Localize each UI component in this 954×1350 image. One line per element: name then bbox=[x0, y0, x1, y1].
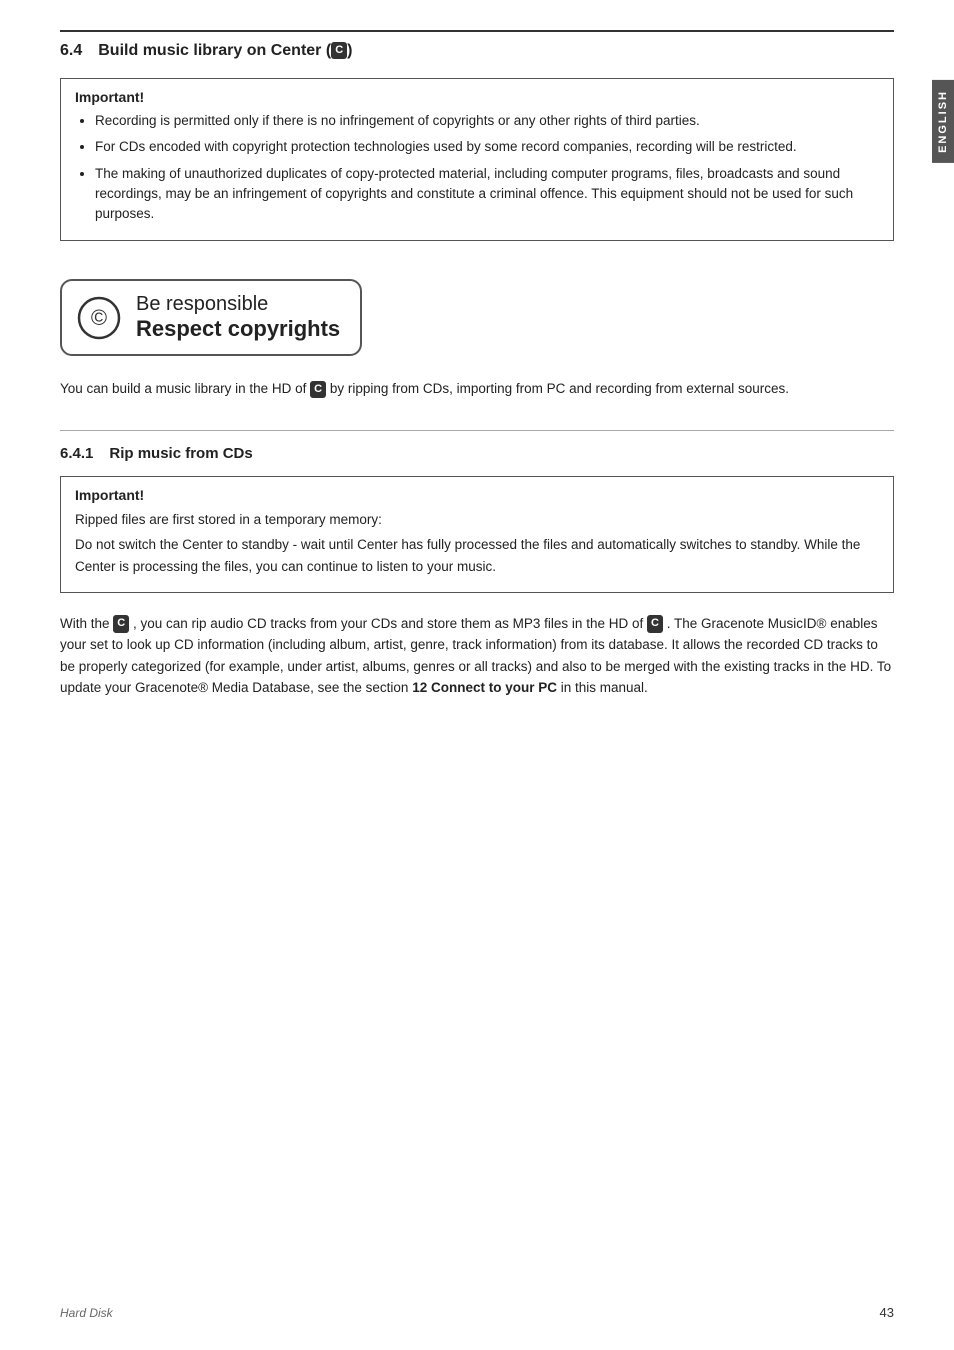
important-list-1: Recording is permitted only if there is … bbox=[75, 111, 879, 224]
section-6-4-title: Build music library on Center (C) bbox=[98, 42, 352, 60]
important-heading-1: Important! bbox=[75, 89, 879, 105]
responsible-box: © Be responsible Respect copyrights bbox=[60, 279, 362, 356]
center-icon-rip-2: C bbox=[647, 615, 663, 632]
important-box-2: Important! Ripped files are first stored… bbox=[60, 476, 894, 593]
section-6-4-1-body: With the C , you can rip audio CD tracks… bbox=[60, 613, 894, 699]
sub-section-divider bbox=[60, 430, 894, 431]
page-container: ENGLISH 6.4 Build music library on Cente… bbox=[0, 0, 954, 1350]
important-heading-2: Important! bbox=[75, 487, 879, 503]
important-para-2: Do not switch the Center to standby - wa… bbox=[75, 534, 879, 577]
language-label: ENGLISH bbox=[937, 90, 949, 153]
page-footer: Hard Disk 43 bbox=[60, 1305, 894, 1320]
section-6-4-header: 6.4 Build music library on Center (C) bbox=[60, 30, 894, 60]
section-6-4-1-title: Rip music from CDs bbox=[109, 445, 252, 462]
footer-page: 43 bbox=[880, 1305, 894, 1320]
responsible-text: Be responsible Respect copyrights bbox=[136, 293, 340, 342]
important-item-3: The making of unauthorized duplicates of… bbox=[95, 164, 879, 225]
section-6-4-1-header: 6.4.1 Rip music from CDs bbox=[60, 445, 894, 462]
important-item-2: For CDs encoded with copyright protectio… bbox=[95, 137, 879, 157]
center-icon-title: C bbox=[331, 42, 347, 59]
center-icon-rip-1: C bbox=[113, 615, 129, 632]
section-6-4-number: 6.4 bbox=[60, 42, 82, 60]
important-item-1: Recording is permitted only if there is … bbox=[95, 111, 879, 131]
footer-label: Hard Disk bbox=[60, 1306, 113, 1320]
section-6-4-body: You can build a music library in the HD … bbox=[60, 378, 894, 400]
important-box-1: Important! Recording is permitted only i… bbox=[60, 78, 894, 241]
copyright-icon: © bbox=[76, 295, 122, 341]
language-tab: ENGLISH bbox=[932, 80, 954, 163]
responsible-line2: Respect copyrights bbox=[136, 316, 340, 342]
section-6-4-1-number: 6.4.1 bbox=[60, 445, 93, 462]
center-icon-body: C bbox=[310, 381, 326, 398]
important-para-1: Ripped files are first stored in a tempo… bbox=[75, 509, 879, 531]
responsible-line1: Be responsible bbox=[136, 293, 340, 316]
svg-text:©: © bbox=[91, 305, 107, 330]
